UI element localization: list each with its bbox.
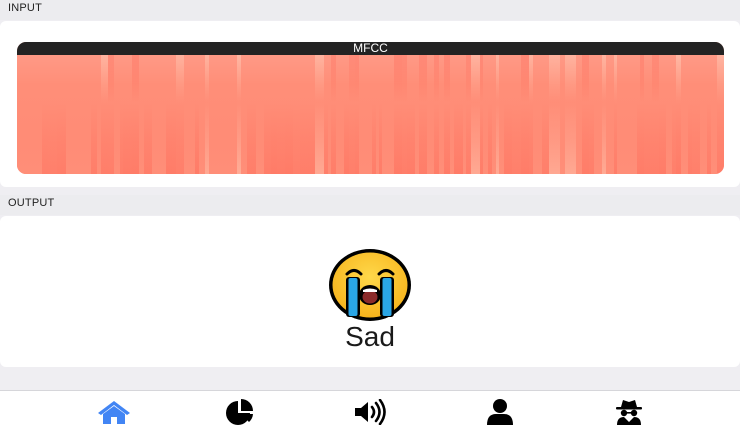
mfcc-column bbox=[716, 55, 724, 174]
user-icon bbox=[487, 399, 513, 425]
mfcc-column bbox=[90, 55, 98, 174]
input-section-header: INPUT bbox=[0, 0, 740, 20]
mfcc-column bbox=[144, 55, 152, 174]
mfcc-column bbox=[659, 55, 666, 174]
spy-icon bbox=[616, 400, 642, 425]
bottom-nav bbox=[0, 390, 740, 434]
mfcc-column bbox=[216, 55, 224, 174]
mfcc-column bbox=[393, 55, 403, 174]
output-header-label: OUTPUT bbox=[8, 197, 55, 209]
volume-icon bbox=[355, 399, 386, 425]
loudly-crying-face-icon bbox=[329, 249, 411, 321]
mfcc-heatmap bbox=[17, 55, 724, 174]
mfcc-column bbox=[264, 55, 272, 174]
mfcc-column bbox=[285, 55, 294, 174]
mfcc-column bbox=[314, 55, 324, 174]
mfcc-column bbox=[419, 55, 427, 174]
mfcc-column bbox=[511, 55, 521, 174]
nav-home-button[interactable] bbox=[96, 398, 132, 426]
mfcc-column bbox=[255, 55, 265, 174]
mfcc-column bbox=[276, 55, 286, 174]
mfcc-column bbox=[307, 55, 315, 174]
mfcc-column bbox=[240, 55, 248, 174]
mfcc-column bbox=[651, 55, 660, 174]
mfcc-column bbox=[581, 55, 590, 174]
mfcc-column bbox=[644, 55, 652, 174]
input-card: MFCC bbox=[0, 21, 740, 187]
nav-audio-button[interactable] bbox=[353, 398, 389, 426]
mfcc-column bbox=[183, 55, 192, 174]
mfcc-column bbox=[520, 55, 530, 174]
mfcc-column bbox=[47, 55, 57, 174]
mfcc-column bbox=[680, 55, 689, 174]
mfcc-column bbox=[132, 55, 140, 174]
home-icon bbox=[98, 401, 130, 424]
mfcc-panel: MFCC bbox=[17, 42, 724, 174]
mfcc-column bbox=[386, 55, 394, 174]
mfcc-column bbox=[29, 55, 38, 174]
mfcc-column bbox=[77, 55, 87, 174]
mfcc-column bbox=[123, 55, 133, 174]
emotion-label: Sad bbox=[345, 321, 395, 352]
mfcc-column bbox=[21, 55, 30, 174]
mfcc-column bbox=[176, 55, 184, 174]
mfcc-column bbox=[532, 55, 542, 174]
mfcc-column bbox=[406, 55, 416, 174]
mfcc-column bbox=[541, 55, 549, 174]
mfcc-column bbox=[454, 55, 463, 174]
mfcc-column bbox=[593, 55, 602, 174]
nav-incognito-button[interactable] bbox=[611, 398, 647, 426]
mfcc-title: MFCC bbox=[353, 42, 388, 55]
mfcc-column bbox=[60, 55, 66, 174]
input-header-label: INPUT bbox=[8, 2, 42, 14]
mfcc-column bbox=[69, 55, 78, 174]
mfcc-column bbox=[336, 55, 344, 174]
mfcc-column bbox=[606, 55, 614, 174]
mfcc-column bbox=[223, 55, 233, 174]
mfcc-column bbox=[691, 55, 700, 174]
nav-profile-button[interactable] bbox=[482, 398, 518, 426]
mfcc-titlebar: MFCC bbox=[17, 42, 724, 55]
nav-statistics-button[interactable] bbox=[222, 398, 258, 426]
mfcc-column bbox=[364, 55, 373, 174]
mfcc-column bbox=[699, 55, 704, 174]
pie-chart-icon bbox=[226, 399, 253, 425]
mfcc-column bbox=[299, 55, 308, 174]
mfcc-column bbox=[470, 55, 480, 174]
mfcc-column bbox=[156, 55, 166, 174]
output-section-header: OUTPUT bbox=[0, 195, 740, 215]
mfcc-column bbox=[247, 55, 256, 174]
mfcc-column bbox=[628, 55, 637, 174]
mfcc-column bbox=[503, 55, 512, 174]
mfcc-column bbox=[101, 55, 108, 174]
mfcc-column bbox=[426, 55, 434, 174]
output-card: Sad bbox=[0, 216, 740, 367]
